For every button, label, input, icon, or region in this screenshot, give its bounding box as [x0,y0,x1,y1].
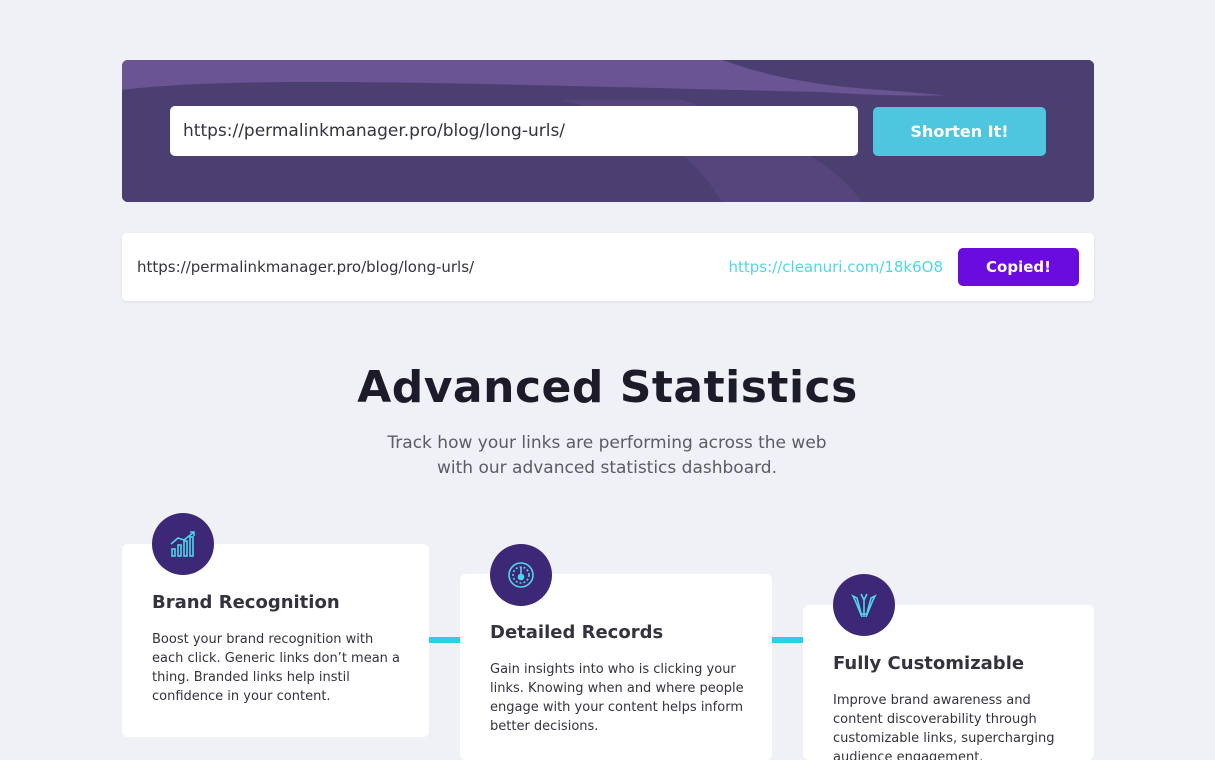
shorten-button[interactable]: Shorten It! [873,107,1046,156]
feature-title: Detailed Records [490,622,664,643]
gauge-icon [490,544,552,606]
stats-title: Advanced Statistics [357,362,858,413]
shortened-link-row: https://permalinkmanager.pro/blog/long-u… [122,233,1094,301]
feature-title: Brand Recognition [152,592,340,613]
copy-button[interactable]: Copied! [958,248,1079,286]
bar-chart-icon [152,513,214,575]
stats-subtitle: Track how your links are performing acro… [357,431,857,481]
url-input[interactable] [170,106,858,156]
original-url: https://permalinkmanager.pro/blog/long-u… [137,258,475,276]
feature-description: Boost your brand recognition with each c… [152,632,401,704]
short-url-link[interactable]: https://cleanuri.com/18k6O8 [729,233,943,301]
feature-description: Gain insights into who is clicking your … [490,662,744,734]
feature-title: Fully Customizable [833,653,1025,674]
pens-icon [833,574,895,636]
stats-subtitle-line2: with our advanced statistics dashboard. [436,458,778,478]
shorten-form: Shorten It! [122,60,1094,202]
feature-description: Improve brand awareness and content disc… [833,693,1055,760]
stats-subtitle-line1: Track how your links are performing acro… [387,433,827,453]
feature-card-brand-recognition: Brand Recognition Boost your brand recog… [122,544,429,737]
